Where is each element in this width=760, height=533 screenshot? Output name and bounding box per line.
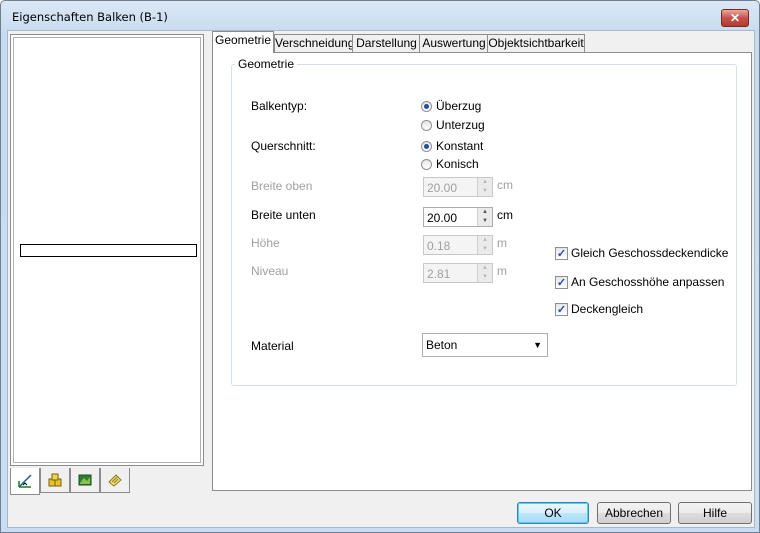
spin-up-icon[interactable]: ▲ — [478, 208, 492, 217]
close-icon: ✕ — [729, 11, 741, 25]
tab-objektsichtbarkeit[interactable]: Objektsichtbarkeit — [487, 34, 585, 53]
preview-panel — [10, 34, 204, 466]
ok-button[interactable]: OK — [517, 502, 589, 524]
checkbox-deckengleich[interactable]: ✓ Deckengleich — [555, 302, 643, 316]
breite-unten-value[interactable]: 20.00 — [427, 211, 457, 225]
breite-unten-unit: cm — [497, 208, 513, 222]
spin-down-icon: ▼ — [478, 273, 492, 282]
preview-canvas — [13, 37, 201, 463]
radio-label: Unterzug — [436, 118, 485, 132]
hoehe-unit: m — [497, 236, 507, 250]
radio-label: Überzug — [436, 99, 482, 113]
breite-unten-stepper[interactable]: 20.00 ▲ ▼ — [423, 207, 493, 227]
radio-circle — [421, 140, 432, 152]
tab-auswertung[interactable]: Auswertung — [419, 34, 489, 53]
note-icon — [108, 474, 122, 487]
chevron-down-icon: ▼ — [533, 340, 542, 350]
dimension-tab[interactable] — [10, 468, 40, 495]
checkbox-label: Gleich Geschossdeckendicke — [571, 246, 729, 260]
breite-oben-value: 20.00 — [427, 181, 458, 195]
niveau-value: 2.81 — [427, 267, 451, 281]
breite-oben-stepper: 20.00 ▲ ▼ — [423, 177, 493, 197]
spin-down-icon: ▼ — [478, 245, 492, 254]
hoehe-value: 0.18 — [427, 239, 451, 253]
dimension-icon — [18, 474, 32, 488]
radio-label: Konstant — [436, 139, 484, 153]
dialog-window: Eigenschaften Balken (B-1) ✕ Geometrie V… — [0, 0, 760, 533]
breite-oben-unit: cm — [497, 178, 513, 192]
querschnitt-label: Querschnitt: — [251, 139, 316, 153]
checkbox-label: Deckengleich — [571, 302, 644, 316]
niveau-label: Niveau — [251, 264, 289, 278]
tab-geometrie[interactable]: Geometrie — [212, 31, 274, 53]
breite-oben-label: Breite oben — [251, 179, 313, 193]
checkbox-checked-icon: ✓ — [555, 246, 568, 260]
spin-up-icon: ▲ — [478, 236, 492, 245]
radio-circle — [421, 119, 432, 131]
radio-ueberzug[interactable]: Überzug — [421, 99, 481, 113]
dialog-body: Geometrie Verschneidung Darstellung Ausw… — [7, 30, 755, 528]
beam-preview — [20, 244, 197, 257]
layers-tab[interactable] — [40, 468, 70, 493]
radio-circle — [421, 100, 432, 112]
window-title: Eigenschaften Balken (B-1) — [12, 10, 168, 24]
tab-darstellung[interactable]: Darstellung — [352, 34, 421, 53]
hoehe-stepper: 0.18 ▲ ▼ — [423, 235, 493, 255]
niveau-unit: m — [497, 264, 507, 278]
checkbox-checked-icon: ✓ — [555, 302, 568, 316]
note-tab[interactable] — [100, 468, 130, 493]
breite-unten-label: Breite unten — [251, 208, 316, 222]
balkentyp-label: Balkentyp: — [251, 99, 308, 113]
tab-verschneidung[interactable]: Verschneidung — [274, 34, 354, 53]
checkbox-label: An Geschosshöhe anpassen — [571, 275, 725, 289]
radio-konisch[interactable]: Konisch — [421, 157, 479, 171]
close-button[interactable]: ✕ — [721, 9, 749, 27]
checkbox-gleich-geschossdeckendicke[interactable]: ✓ Gleich Geschossdeckendicke — [555, 246, 728, 260]
cancel-button[interactable]: Abbrechen — [597, 502, 671, 524]
spin-down-icon: ▼ — [478, 187, 492, 196]
radio-circle — [421, 158, 432, 170]
material-select[interactable]: Beton ▼ — [422, 333, 548, 357]
title-bar: Eigenschaften Balken (B-1) ✕ — [1, 1, 759, 31]
radio-unterzug[interactable]: Unterzug — [421, 118, 485, 132]
checkbox-an-geschosshoehe-anpassen[interactable]: ✓ An Geschosshöhe anpassen — [555, 275, 724, 289]
geometrie-page: Geometrie Balkentyp: Überzug Unterzug Qu… — [212, 52, 752, 491]
group-label: Geometrie — [235, 57, 298, 71]
layers-icon — [48, 473, 62, 487]
spin-down-icon[interactable]: ▼ — [478, 217, 492, 226]
niveau-stepper: 2.81 ▲ ▼ — [423, 263, 493, 283]
material-value: Beton — [426, 338, 458, 352]
checkbox-checked-icon: ✓ — [555, 275, 568, 289]
radio-label: Konisch — [436, 157, 479, 171]
hoehe-label: Höhe — [251, 236, 280, 250]
preview-tabs — [10, 468, 130, 495]
radio-konstant[interactable]: Konstant — [421, 139, 483, 153]
spin-up-icon: ▲ — [478, 178, 492, 187]
image-icon — [78, 474, 92, 486]
image-tab[interactable] — [70, 468, 100, 493]
spin-up-icon: ▲ — [478, 264, 492, 273]
help-button[interactable]: Hilfe — [678, 502, 752, 524]
material-label: Material — [251, 339, 294, 353]
